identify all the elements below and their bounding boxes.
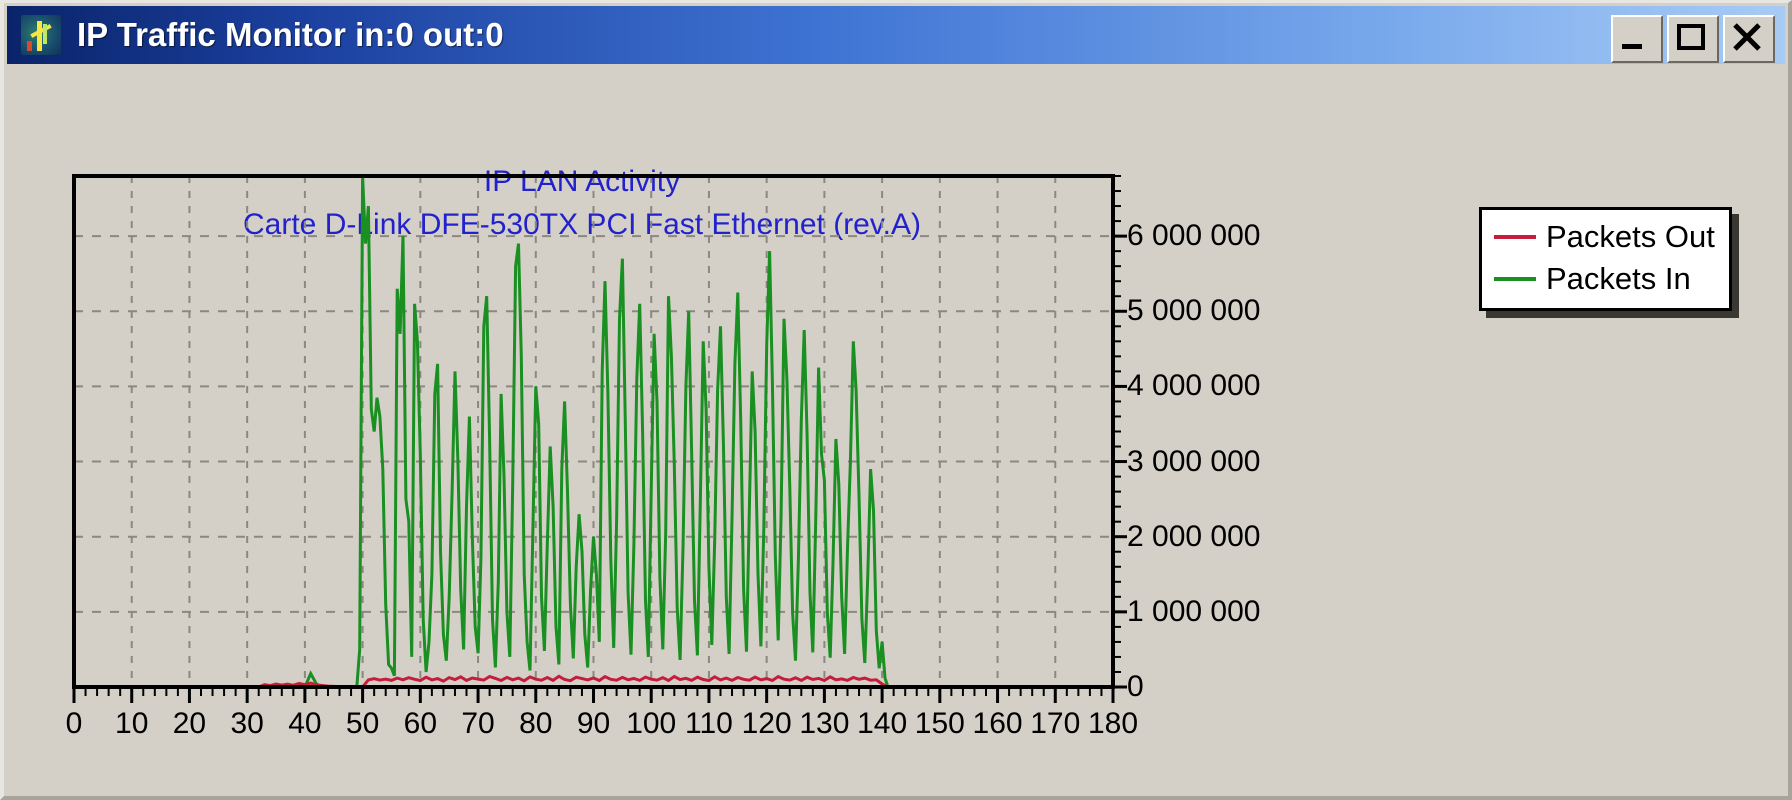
y-tick-label: 1 000 000: [1127, 594, 1261, 628]
x-tick-label: 30: [230, 707, 264, 740]
title-bar[interactable]: IP Traffic Monitor in:0 out:0: [7, 6, 1785, 64]
plot-area: [72, 174, 1127, 703]
x-tick-label: 140: [857, 707, 908, 740]
x-tick-label: 90: [576, 707, 611, 740]
app-window: IP Traffic Monitor in:0 out:0 IP LAN Act…: [0, 0, 1792, 800]
chart-client-area: IP LAN Activity Carte D-Link DFE-530TX P…: [12, 69, 1782, 795]
close-button[interactable]: [1723, 15, 1775, 63]
y-tick-label: 6 000 000: [1127, 219, 1261, 253]
y-tick-label: 3 000 000: [1127, 444, 1261, 478]
x-tick-label: 40: [288, 707, 322, 740]
maximize-button[interactable]: [1667, 15, 1719, 63]
minimize-button[interactable]: [1611, 15, 1663, 63]
x-tick-label: 160: [972, 707, 1023, 740]
x-tick-label: 60: [403, 707, 438, 740]
window-controls: [1611, 15, 1775, 63]
x-tick-label: 50: [345, 707, 380, 740]
x-tick-label: 170: [1030, 707, 1081, 740]
y-tick-label: 5 000 000: [1127, 294, 1261, 328]
x-tick-label: 20: [172, 707, 207, 740]
x-tick-label: 150: [914, 707, 965, 740]
legend-label-packets-in: Packets In: [1546, 261, 1691, 296]
network-activity-icon: [21, 15, 61, 55]
x-tick-label: 70: [461, 707, 495, 740]
x-tick-label: 0: [65, 707, 83, 740]
y-tick-label: 4 000 000: [1127, 369, 1261, 403]
y-tick-label: 0: [1127, 670, 1144, 703]
data-series: [74, 175, 917, 689]
x-tick-label: 130: [799, 707, 850, 740]
chart-legend: Packets Out Packets In: [1479, 207, 1732, 311]
x-tick-label: 10: [115, 707, 149, 740]
legend-swatch-packets-in: [1494, 277, 1536, 281]
x-tick-label: 100: [626, 707, 677, 740]
x-tick-label: 120: [741, 707, 792, 740]
grid-lines: [74, 176, 1114, 687]
legend-item[interactable]: Packets In: [1494, 258, 1715, 300]
y-tick-label: 2 000 000: [1127, 519, 1261, 553]
ip-lan-activity-chart: IP LAN Activity Carte D-Link DFE-530TX P…: [12, 69, 1782, 795]
x-tick-label: 180: [1087, 707, 1139, 740]
window-title: IP Traffic Monitor in:0 out:0: [77, 16, 504, 53]
legend-swatch-packets-out: [1494, 235, 1536, 239]
x-tick-label: 80: [519, 707, 553, 740]
legend-item[interactable]: Packets Out: [1494, 216, 1715, 258]
x-tick-label: 110: [685, 707, 733, 740]
legend-label-packets-out: Packets Out: [1546, 219, 1715, 254]
